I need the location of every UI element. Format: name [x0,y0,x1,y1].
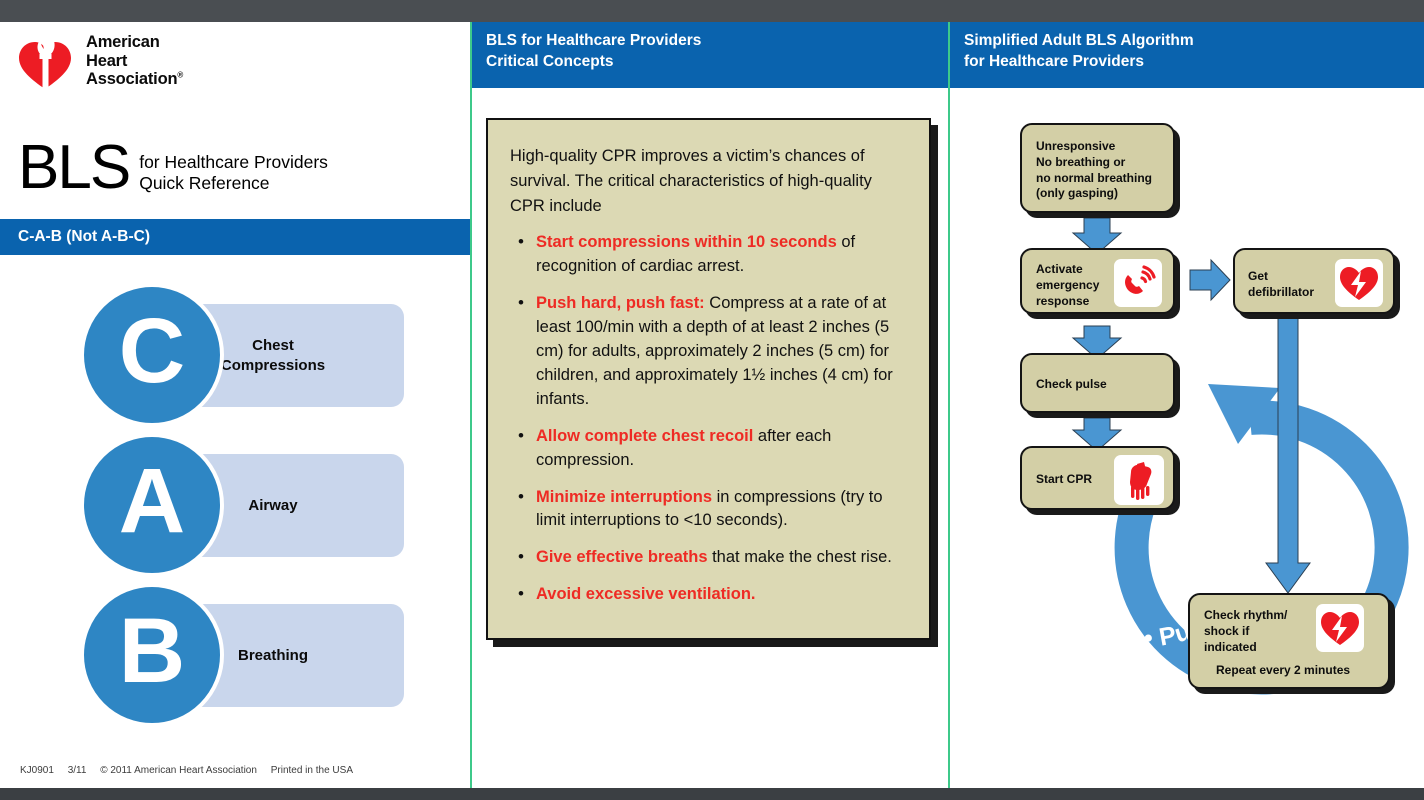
node-activate-label: Activate emergency response [1036,262,1100,308]
cab-item-letter-badge: A [80,433,224,577]
cab-item-letter-badge: B [80,583,224,727]
footer-note: KJ0901 3/11 © 2011 American Heart Associ… [20,765,364,776]
aed-heart-bolt-icon [1316,604,1364,652]
title-acronym: BLS [18,133,131,202]
node-start-cpr[interactable]: Start CPR [1020,446,1175,510]
critical-concept-bullet: Minimize interruptions in compressions (… [516,485,907,534]
check-rhythm-line-3: indicated [1204,639,1257,654]
aha-heart-torch-icon [18,30,76,92]
title-subtitle: for Healthcare Providers Quick Reference [139,152,328,195]
cab-item-label: Chest Compressions [220,337,326,374]
node-activate-emergency-response[interactable]: Activate emergency response [1020,248,1175,314]
node-check-pulse-label: Check pulse [1036,377,1107,391]
cab-item-label: Breathing [237,646,308,664]
critical-concepts-header-line-2: Critical Concepts [486,53,614,71]
node-check-pulse[interactable]: Check pulse [1020,353,1175,413]
algorithm-header-line-1: Simplified Adult BLS Algorithm [964,32,1194,49]
critical-concepts-box: High-quality CPR improves a victim’s cha… [486,118,931,640]
check-rhythm-repeat-label: Repeat every 2 minutes [1216,663,1351,677]
aha-logo: American Heart Association® [18,30,183,92]
bullet-highlight: Give effective breaths [536,548,708,567]
aed-heart-bolt-icon [1335,259,1383,307]
bullet-body: that make the chest rise. [707,548,892,567]
logo-line-3: Association® [86,70,184,89]
title-subtitle-line-2: Quick Reference [139,173,270,194]
registered-mark: ® [177,70,184,80]
cab-item-letter: A [118,450,186,552]
node-unresponsive[interactable]: Unresponsive No breathing or no normal bre… [1020,123,1175,213]
cab-item-b[interactable]: Breathing B [0,580,470,730]
footer-date: 3/11 [67,765,87,776]
cab-item-a[interactable]: Airway A [0,430,470,580]
bls-algorithm-flowchart: Push Hard • Push Fast UnresponsiveNo bre… [950,88,1424,788]
critical-concept-bullet: Start compressions within 10 seconds of … [516,230,907,279]
critical-concepts-header-line-1: BLS for Healthcare Providers [486,32,702,49]
phone-ringing-icon [1114,259,1162,307]
critical-concepts-bullet-list: Start compressions within 10 seconds of … [516,230,907,607]
cab-section-header-label: C-A-B (Not A-B-C) [18,228,150,245]
node-defibrillator-label: Get defibrillator [1248,269,1315,299]
right-column: Simplified Adult BLS Algorithm for Healt… [950,22,1424,788]
cab-item-letter: C [118,300,186,402]
footer-printed: Printed in the USA [270,765,353,776]
card-title: BLS for Healthcare Providers Quick Refer… [18,133,328,202]
bullet-highlight: Start compressions within 10 seconds [536,233,837,252]
critical-concept-bullet: Push hard, push fast: Compress at a rate… [516,291,907,412]
cab-section-header: C-A-B (Not A-B-C) [0,219,470,255]
critical-concept-bullet: Give effective breaths that make the che… [516,545,907,570]
node-check-rhythm[interactable]: Check rhythm/ shock if indicated Repeat … [1188,593,1390,689]
node-unresponsive-label: Unresponsive No breathing or no normal bre… [1036,139,1153,201]
footer-copyright: © 2011 American Heart Association [100,765,257,776]
check-rhythm-line-1: Check rhythm/ [1204,608,1288,622]
cab-item-label: Airway [248,496,298,514]
node-get-defibrillator[interactable]: Get defibrillator [1233,248,1395,314]
bls-quick-reference-card: American Heart Association® BLS for Heal… [0,0,1424,800]
critical-concepts-header: BLS for Healthcare Providers Critical Co… [472,22,948,88]
algorithm-header-line-2: for Healthcare Providers [964,53,1145,71]
arrow-defibrillator-to-check-rhythm [1265,309,1311,594]
left-column: American Heart Association® BLS for Heal… [0,22,470,788]
bullet-highlight: Allow complete chest recoil [536,426,754,445]
bullet-highlight: Minimize interruptions [536,487,713,506]
critical-concepts-intro: High-quality CPR improves a victim’s cha… [510,147,872,215]
logo-line-1: American [86,33,160,52]
algorithm-header: Simplified Adult BLS Algorithm for Healt… [950,22,1424,88]
cab-item-letter: B [118,600,186,702]
critical-concept-bullet: Avoid excessive ventilation. [516,582,907,607]
logo-line-2: Heart [86,51,128,70]
middle-column: BLS for Healthcare Providers Critical Co… [472,22,948,788]
window-top-chrome [0,0,1424,22]
cab-item-c[interactable]: Chest Compressions C [0,280,470,430]
bullet-highlight: Push hard, push fast: [536,294,705,313]
footer-code: KJ0901 [20,765,54,776]
cab-list: Chest Compressions C Airway A Breathing B [0,280,470,730]
node-start-cpr-label: Start CPR [1036,472,1093,486]
window-bottom-chrome [0,788,1424,800]
node-check-rhythm-label: Check rhythm/ shock if indicated [1204,608,1287,655]
check-rhythm-line-2: shock if [1204,623,1250,638]
cpr-hands-icon [1114,455,1164,505]
critical-concept-bullet: Allow complete chest recoil after each c… [516,424,907,473]
cab-item-letter-badge: C [80,283,224,427]
bullet-highlight: Avoid excessive ventilation. [536,585,756,604]
arrow-activate-to-defibrillator [1189,258,1231,302]
title-subtitle-line-1: for Healthcare Providers [139,152,328,172]
